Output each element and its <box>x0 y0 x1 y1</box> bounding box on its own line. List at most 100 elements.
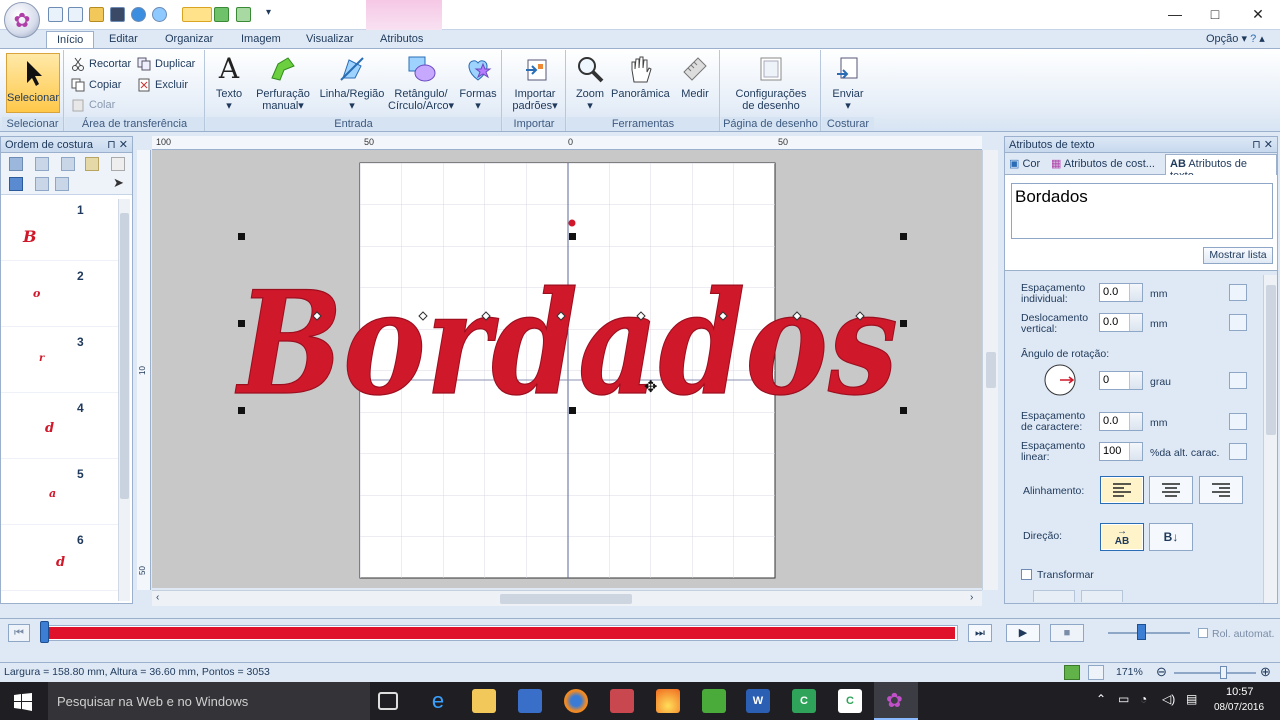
handle-bottom-left[interactable] <box>238 407 245 414</box>
reset-deslocamento-icon[interactable] <box>1229 314 1247 331</box>
formas-button[interactable]: Formas ▾ <box>458 54 498 112</box>
handle-bottom-center[interactable] <box>569 407 576 414</box>
tab-visualizar[interactable]: Visualizar <box>296 31 364 48</box>
tray-chevron-icon[interactable]: ⌃ <box>1096 692 1106 706</box>
h-scroll-thumb[interactable] <box>500 594 632 604</box>
undo-icon[interactable] <box>214 7 229 22</box>
reset-esp-linear-icon[interactable] <box>1229 443 1247 460</box>
scroll-left-icon[interactable]: ‹ <box>156 592 159 603</box>
deslocamento-input[interactable]: 0.0 <box>1099 313 1143 332</box>
list-item[interactable]: 3r <box>1 329 119 393</box>
angulo-input[interactable]: 0 <box>1099 371 1143 390</box>
reset-esp-individual-icon[interactable] <box>1229 284 1247 301</box>
list-item[interactable]: 6d <box>1 527 119 591</box>
list-item[interactable]: 2o <box>1 263 119 327</box>
panoramica-button[interactable]: Panorâmica <box>611 54 670 100</box>
active-app-tab[interactable]: ✿ <box>874 682 918 720</box>
list-item[interactable]: 4d <box>1 395 119 459</box>
list-item[interactable]: 1B <box>1 197 119 261</box>
battery-icon[interactable]: ▭ <box>1118 692 1129 706</box>
v-scroll-thumb[interactable] <box>986 352 996 388</box>
tab-atributos[interactable]: Atributos <box>370 31 433 48</box>
rol-automat-checkbox[interactable] <box>1198 628 1208 638</box>
word-icon[interactable]: W <box>746 689 770 713</box>
esp-linear-input[interactable]: 100 <box>1099 442 1143 461</box>
minimize-button[interactable]: — <box>1164 4 1186 24</box>
stitch-progress-handle[interactable] <box>40 621 49 643</box>
move-top-icon[interactable] <box>9 157 23 171</box>
text-input[interactable]: Bordados <box>1011 183 1273 239</box>
globe-icon[interactable] <box>131 7 146 22</box>
medir-button[interactable]: Medir <box>675 54 715 100</box>
zoom-button[interactable]: Zoom ▾ <box>571 54 609 112</box>
speed-slider-track[interactable] <box>1108 632 1190 634</box>
perfuracao-manual-button[interactable]: Perfuração manual▾ <box>254 54 312 112</box>
sewing-order-scrollbar[interactable] <box>118 199 130 601</box>
group-down-icon[interactable] <box>55 177 69 191</box>
tab-atributos-costura[interactable]: ▦ Atributos de cost... <box>1051 157 1155 170</box>
canvas-vertical-scrollbar[interactable] <box>982 150 998 590</box>
stitch-progress-track[interactable] <box>40 625 958 641</box>
maximize-button[interactable]: □ <box>1204 4 1226 24</box>
align-center-button[interactable] <box>1149 476 1193 504</box>
close-button[interactable]: ✕ <box>1247 4 1269 24</box>
move-down-icon[interactable] <box>61 157 75 171</box>
sewing-order-scroll-thumb[interactable] <box>120 213 129 499</box>
tab-atributos-texto[interactable]: AB Atributos de texto <box>1165 154 1277 182</box>
green-app-icon[interactable] <box>702 689 726 713</box>
group-up-icon[interactable] <box>35 177 49 191</box>
rotation-handle[interactable] <box>568 219 576 227</box>
folder-icon[interactable] <box>89 7 104 22</box>
tab-organizar[interactable]: Organizar <box>155 31 223 48</box>
opcao-menu[interactable]: Opção ▾ ? ▴ <box>1206 32 1265 45</box>
linha-regiao-button[interactable]: Linha/Região ▾ <box>318 54 386 112</box>
enviar-button[interactable]: Enviar ▾ <box>826 54 870 112</box>
tab-imagem[interactable]: Imagem <box>231 31 291 48</box>
store-icon[interactable] <box>518 689 542 713</box>
handle-bottom-right[interactable] <box>900 407 907 414</box>
configuracoes-desenho-button[interactable]: Configurações de desenho <box>725 54 817 112</box>
transform-preset-2[interactable] <box>1081 590 1123 602</box>
play-icon[interactable]: ▶ <box>1006 624 1040 642</box>
direction-horizontal-button[interactable]: → AB <box>1100 523 1144 551</box>
esp-individual-input[interactable]: 0.0 <box>1099 283 1143 302</box>
windows-start-icon[interactable] <box>14 693 32 711</box>
zoom-slider-track[interactable] <box>1174 672 1256 674</box>
speed-slider-thumb[interactable] <box>1137 624 1146 640</box>
handle-top-center[interactable] <box>569 233 576 240</box>
rotation-dial-icon[interactable] <box>1043 363 1077 397</box>
file-explorer-icon[interactable] <box>472 689 496 713</box>
app-logo-icon[interactable]: ✿ <box>4 2 40 38</box>
recortar-button[interactable]: Recortar <box>71 55 131 73</box>
mostrar-lista-button[interactable]: Mostrar lista <box>1203 247 1273 264</box>
design-area-svg[interactable]: Bordados ✥ <box>152 150 982 588</box>
save-icon[interactable] <box>110 7 125 22</box>
notifications-icon[interactable]: ▤ <box>1186 692 1197 706</box>
canvas-horizontal-scrollbar[interactable]: ‹ › <box>152 590 982 606</box>
copiar-button[interactable]: Copiar <box>71 76 121 94</box>
move-up-icon[interactable] <box>35 157 49 171</box>
zoom-in-icon[interactable]: ⊕ <box>1260 664 1271 680</box>
colar-button[interactable]: Colar <box>71 96 115 114</box>
fire-app-icon[interactable] <box>656 689 680 713</box>
app-barn-icon[interactable] <box>610 689 634 713</box>
edge-browser-icon[interactable]: e <box>426 689 450 713</box>
taskbar-search-box[interactable]: Pesquisar na Web e no Windows <box>48 682 370 720</box>
esp-caractere-input[interactable]: 0.0 <box>1099 412 1143 431</box>
lock-icon[interactable] <box>85 157 99 171</box>
handle-top-left[interactable] <box>238 233 245 240</box>
scroll-right-icon[interactable]: › <box>970 592 973 603</box>
zoom-out-icon[interactable]: ⊖ <box>1156 664 1167 680</box>
reset-angulo-icon[interactable] <box>1229 372 1247 389</box>
clock-date[interactable]: 08/07/2016 <box>1214 702 1264 713</box>
select-mode-icon[interactable] <box>182 7 212 22</box>
importar-padroes-button[interactable]: Importar padrões▾ <box>507 54 563 112</box>
frame-icon[interactable] <box>111 157 125 171</box>
stitch-view-icon[interactable] <box>1064 665 1080 680</box>
task-view-icon[interactable] <box>378 692 398 710</box>
texto-button[interactable]: A Texto ▾ <box>212 54 246 113</box>
handle-top-right[interactable] <box>900 233 907 240</box>
redo-icon[interactable] <box>236 7 251 22</box>
design-canvas[interactable]: Bordados ✥ <box>152 150 982 588</box>
wifi-icon[interactable]: ◔ <box>1140 692 1147 706</box>
